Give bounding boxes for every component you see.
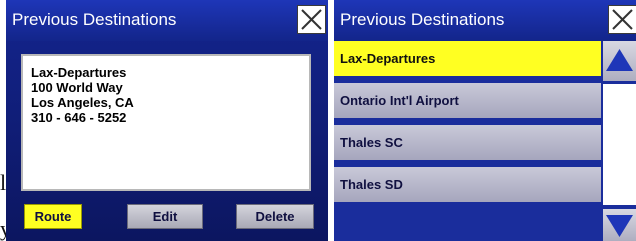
list-item[interactable]: Ontario Int'l Airport <box>334 83 601 121</box>
title-bar: Previous Destinations <box>6 0 328 41</box>
close-icon <box>612 9 633 30</box>
scrollbar[interactable] <box>603 41 636 241</box>
triangle-down-icon <box>606 215 633 237</box>
panel-title: Previous Destinations <box>12 10 177 29</box>
destination-list: Lax-Departures Ontario Int'l Airport Tha… <box>334 41 601 241</box>
address-city: Los Angeles, CA <box>31 95 134 110</box>
close-button[interactable] <box>608 5 636 34</box>
destination-list-panel: Previous Destinations Lax-Departures Ont… <box>334 0 636 241</box>
edit-button[interactable]: Edit <box>127 204 203 229</box>
close-button[interactable] <box>297 5 326 34</box>
route-button[interactable]: Route <box>24 204 82 229</box>
address-street: 100 World Way <box>31 80 123 95</box>
title-bar: Previous Destinations <box>334 0 636 41</box>
list-item[interactable]: Thales SD <box>334 167 601 205</box>
panel-title: Previous Destinations <box>340 10 505 29</box>
address-name: Lax-Departures <box>31 65 127 80</box>
scroll-up-button[interactable] <box>603 41 636 81</box>
list-item[interactable]: Lax-Departures <box>334 41 601 79</box>
delete-button[interactable]: Delete <box>236 204 314 229</box>
scroll-track[interactable] <box>603 82 636 207</box>
address-phone: 310 - 646 - 5252 <box>31 110 127 125</box>
list-item[interactable]: Thales SC <box>334 125 601 163</box>
scroll-down-button[interactable] <box>603 209 636 241</box>
address-box: Lax-Departures 100 World Way Los Angeles… <box>21 54 311 191</box>
close-icon <box>301 9 322 30</box>
triangle-up-icon <box>606 49 633 71</box>
destination-detail-panel: Previous Destinations Lax-Departures 100… <box>6 0 328 241</box>
